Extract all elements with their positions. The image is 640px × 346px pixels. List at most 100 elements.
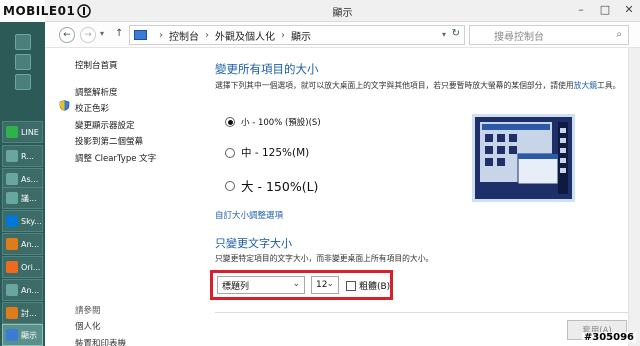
radio-selected-dot xyxy=(227,119,233,125)
project-second-screen-link[interactable]: 投影到第二個螢幕 xyxy=(75,135,143,147)
close-button[interactable]: ✕ xyxy=(622,3,636,16)
forward-arrow-icon: → xyxy=(84,30,92,40)
app-icon xyxy=(6,284,18,296)
search-icon[interactable]: ⌕ xyxy=(616,29,622,40)
chevron-right-icon: › xyxy=(159,29,163,41)
page-title: 變更所有項目的大小 xyxy=(215,62,319,76)
logo-mark-icon xyxy=(77,4,92,18)
display-icon xyxy=(6,329,18,341)
skype-icon xyxy=(6,215,18,227)
address-bar: ← → ▾ ↑ › 控制台 › 外觀及個人化 › 顯示 ▾ ↻ 搜尋控制台 ⌕ xyxy=(45,22,640,48)
bold-label: 粗體(B) xyxy=(359,282,391,292)
watermark-logo: MOBILE01 xyxy=(3,2,92,20)
control-panel-home-link[interactable]: 控制台首頁 xyxy=(75,59,118,71)
size-option-label: 大 - 150%(L) xyxy=(241,179,319,194)
magnifier-link[interactable]: 放大鏡 xyxy=(574,81,597,90)
display-window: 顯示 – □ ✕ ← → ▾ ↑ › 控制台 › 外觀及個人化 › 顯示 ▾ ↻… xyxy=(45,0,640,346)
main-content: 變更所有項目的大小 選擇下列其中一個選項，就可以放大桌面上的文字與其他項目，若只… xyxy=(205,48,640,346)
taskbar: LINE R... As... 議... Sky... An... Ori...… xyxy=(0,0,45,346)
chevron-down-icon[interactable]: ▾ xyxy=(442,30,446,39)
chevron-down-icon: ⌄ xyxy=(292,279,300,289)
description-text: 選擇下列其中一個選項，就可以放大桌面上的文字與其他項目，若只要暫時放大螢幕的某個… xyxy=(215,81,574,90)
calibrate-color-link[interactable]: 校正色彩 xyxy=(75,102,109,114)
see-also-heading: 請參閱 xyxy=(75,306,101,316)
forward-button[interactable]: → xyxy=(80,27,96,43)
left-pane: 控制台首頁 調整解析度 校正色彩 變更顯示器設定 投影到第二個螢幕 調整 Cle… xyxy=(45,48,205,346)
breadcrumb-item[interactable]: 控制台 xyxy=(169,28,199,43)
breadcrumb-item[interactable]: 外觀及個人化 xyxy=(215,28,275,43)
scrollbar[interactable] xyxy=(628,48,640,346)
breadcrumb[interactable]: › 控制台 › 外觀及個人化 › 顯示 ▾ ↻ xyxy=(129,25,465,45)
tray-icon[interactable] xyxy=(14,54,31,70)
text-size-heading: 只變更文字大小 xyxy=(215,237,292,250)
size-option-label: 小 - 100% (預設)(S) xyxy=(241,118,321,128)
up-button[interactable]: ↑ xyxy=(115,28,123,39)
taskbar-item-label: LINE xyxy=(21,127,39,137)
app-icon xyxy=(6,238,18,250)
font-size-select[interactable]: 12 ⌄ xyxy=(311,276,339,294)
chevron-right-icon: › xyxy=(205,29,209,41)
taskbar-item-label: 顯示 xyxy=(21,330,37,340)
adjust-resolution-link[interactable]: 調整解析度 xyxy=(75,86,118,98)
taskbar-item-label: An... xyxy=(21,239,40,249)
taskbar-item-label: As... xyxy=(21,174,39,184)
taskbar-item-line[interactable]: LINE xyxy=(2,121,43,143)
taskbar-item[interactable]: R... xyxy=(2,145,43,167)
taskbar-item-skype[interactable]: Sky... xyxy=(2,210,43,232)
taskbar-item-label: Sky... xyxy=(21,216,42,226)
back-button[interactable]: ← xyxy=(59,27,75,43)
watermark-id: #305096 xyxy=(581,332,636,343)
search-input[interactable]: 搜尋控制台 ⌕ xyxy=(469,25,629,45)
minimize-button[interactable]: – xyxy=(574,3,588,16)
bold-checkbox[interactable]: 粗體(B) xyxy=(346,279,390,292)
taskbar-item[interactable]: 議... xyxy=(2,187,43,209)
taskbar-item-label: Ori... xyxy=(21,262,41,272)
radio-button[interactable] xyxy=(225,147,235,158)
taskbar-item-label: R... xyxy=(21,151,34,161)
radio-button[interactable] xyxy=(225,117,235,127)
personalization-link[interactable]: 個人化 xyxy=(75,320,101,332)
checkbox-box[interactable] xyxy=(346,280,356,291)
titlebar: 顯示 – □ ✕ xyxy=(45,0,640,22)
element-select[interactable]: 標題列 ⌄ xyxy=(217,276,305,294)
breadcrumb-item[interactable]: 顯示 xyxy=(291,28,311,43)
cleartype-link[interactable]: 調整 ClearType 文字 xyxy=(75,152,156,164)
display-settings-link[interactable]: 變更顯示器設定 xyxy=(75,119,135,131)
size-option-large[interactable]: 大 - 150%(L) xyxy=(225,176,318,195)
app-icon xyxy=(6,192,18,204)
chevron-right-icon: › xyxy=(281,29,285,41)
text-size-description: 只變更特定項目的文字大小，而非變更桌面上所有項目的大小。 xyxy=(215,254,434,263)
refresh-icon[interactable]: ↻ xyxy=(452,28,460,39)
size-option-medium[interactable]: 中 - 125%(M) xyxy=(225,145,309,160)
display-preview-image xyxy=(472,114,575,202)
taskbar-item-origin[interactable]: Ori... xyxy=(2,256,43,278)
app-icon xyxy=(6,173,18,185)
recent-pages-dropdown[interactable]: ▾ xyxy=(100,29,104,38)
divider xyxy=(215,312,630,313)
size-option-small[interactable]: 小 - 100% (預設)(S) xyxy=(225,116,321,128)
control-panel-icon xyxy=(134,30,147,40)
radio-button[interactable] xyxy=(225,180,235,191)
logo-text: MOBILE01 xyxy=(3,4,76,18)
taskbar-tray xyxy=(0,30,45,94)
taskbar-item[interactable]: 討... xyxy=(2,302,43,324)
back-arrow-icon: ← xyxy=(63,30,71,40)
app-icon xyxy=(6,307,18,319)
description-suffix: 工具。 xyxy=(597,81,621,90)
maximize-button[interactable]: □ xyxy=(598,3,612,16)
taskbar-item-display[interactable]: 顯示 xyxy=(2,324,43,346)
devices-printers-link[interactable]: 裝置和印表機 xyxy=(75,337,126,346)
window-controls: – □ ✕ xyxy=(574,3,636,16)
taskbar-item[interactable]: An... xyxy=(2,279,43,301)
origin-icon xyxy=(6,261,18,273)
app-icon xyxy=(6,150,18,162)
custom-sizing-link[interactable]: 自訂大小調整選項 xyxy=(215,209,283,221)
element-select-value: 標題列 xyxy=(222,281,250,292)
taskbar-item-label: An... xyxy=(21,285,40,295)
window-title: 顯示 xyxy=(332,8,353,19)
taskbar-item[interactable]: An... xyxy=(2,233,43,255)
description: 選擇下列其中一個選項，就可以放大桌面上的文字與其他項目，若只要暫時放大螢幕的某個… xyxy=(215,80,625,92)
tray-icon[interactable] xyxy=(14,74,31,90)
size-option-label: 中 - 125%(M) xyxy=(241,147,310,159)
tray-icon[interactable] xyxy=(14,34,31,50)
